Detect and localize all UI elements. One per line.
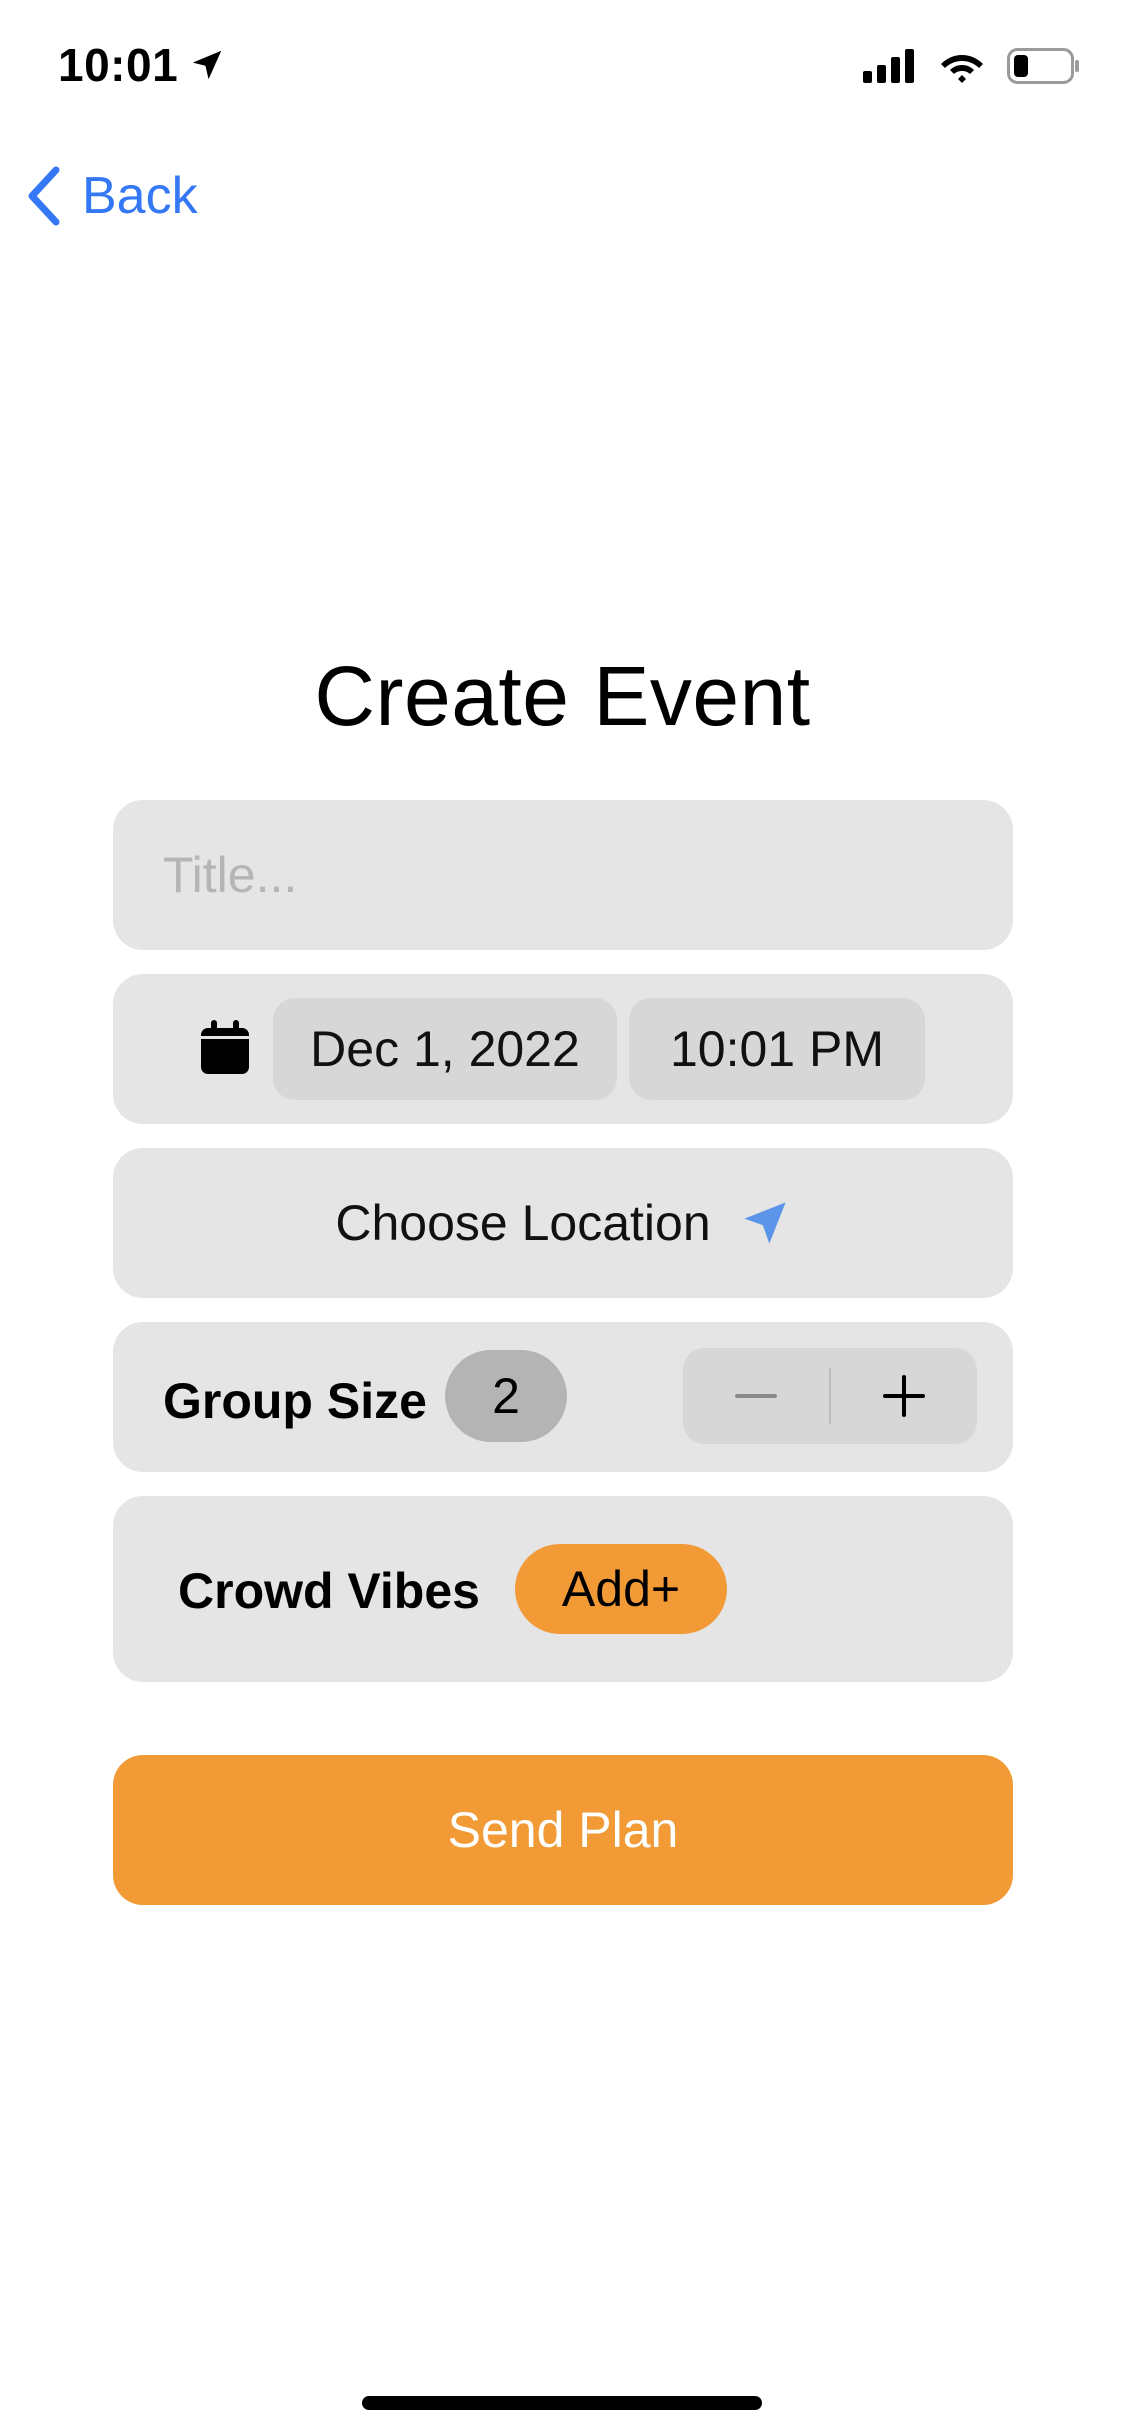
choose-location-label: Choose Location bbox=[335, 1195, 711, 1251]
time-picker[interactable]: 10:01 PM bbox=[629, 998, 925, 1100]
date-time-card: Dec 1, 2022 10:01 PM bbox=[113, 974, 1013, 1124]
page-title: Create Event bbox=[314, 649, 811, 743]
group-size-card: Group Size 2 bbox=[113, 1322, 1013, 1472]
calendar-icon bbox=[201, 1020, 249, 1074]
title-input[interactable] bbox=[113, 800, 1013, 950]
back-label: Back bbox=[82, 167, 198, 225]
home-indicator bbox=[362, 2396, 762, 2410]
date-picker[interactable]: Dec 1, 2022 bbox=[273, 998, 617, 1100]
location-arrow-icon bbox=[192, 50, 222, 80]
add-crowd-vibe-button[interactable]: Add+ bbox=[515, 1544, 727, 1634]
choose-location-button[interactable]: Choose Location bbox=[113, 1148, 1013, 1298]
decrement-button[interactable] bbox=[683, 1348, 829, 1444]
cellular-signal-icon bbox=[863, 49, 914, 83]
status-icons bbox=[863, 48, 1081, 84]
date-value: Dec 1, 2022 bbox=[310, 1021, 580, 1077]
group-size-label: Group Size bbox=[163, 1373, 427, 1429]
status-time: 10:01 bbox=[58, 38, 226, 92]
chevron-left-icon bbox=[28, 166, 60, 226]
time-value: 10:01 PM bbox=[669, 1021, 884, 1077]
plus-icon bbox=[883, 1375, 925, 1417]
crowd-vibes-card: Crowd Vibes Add+ bbox=[113, 1496, 1013, 1682]
send-plan-button[interactable]: Send Plan bbox=[113, 1755, 1013, 1905]
add-crowd-vibe-label: Add+ bbox=[561, 1561, 681, 1617]
wifi-icon bbox=[941, 55, 983, 83]
crowd-vibes-label: Crowd Vibes bbox=[178, 1563, 480, 1619]
send-plan-label: Send Plan bbox=[447, 1802, 679, 1858]
minus-icon bbox=[735, 1394, 777, 1398]
increment-button[interactable] bbox=[831, 1348, 977, 1444]
title-field-card bbox=[113, 800, 1013, 950]
location-arrow-icon bbox=[744, 1202, 786, 1244]
status-bar: 10:01 bbox=[0, 0, 1125, 140]
status-time-text: 10:01 bbox=[58, 39, 179, 91]
back-button[interactable]: Back bbox=[24, 165, 198, 227]
battery-icon bbox=[1007, 48, 1079, 84]
group-size-value: 2 bbox=[492, 1368, 520, 1424]
group-size-count-badge: 2 bbox=[445, 1350, 567, 1442]
group-size-stepper bbox=[683, 1348, 977, 1444]
